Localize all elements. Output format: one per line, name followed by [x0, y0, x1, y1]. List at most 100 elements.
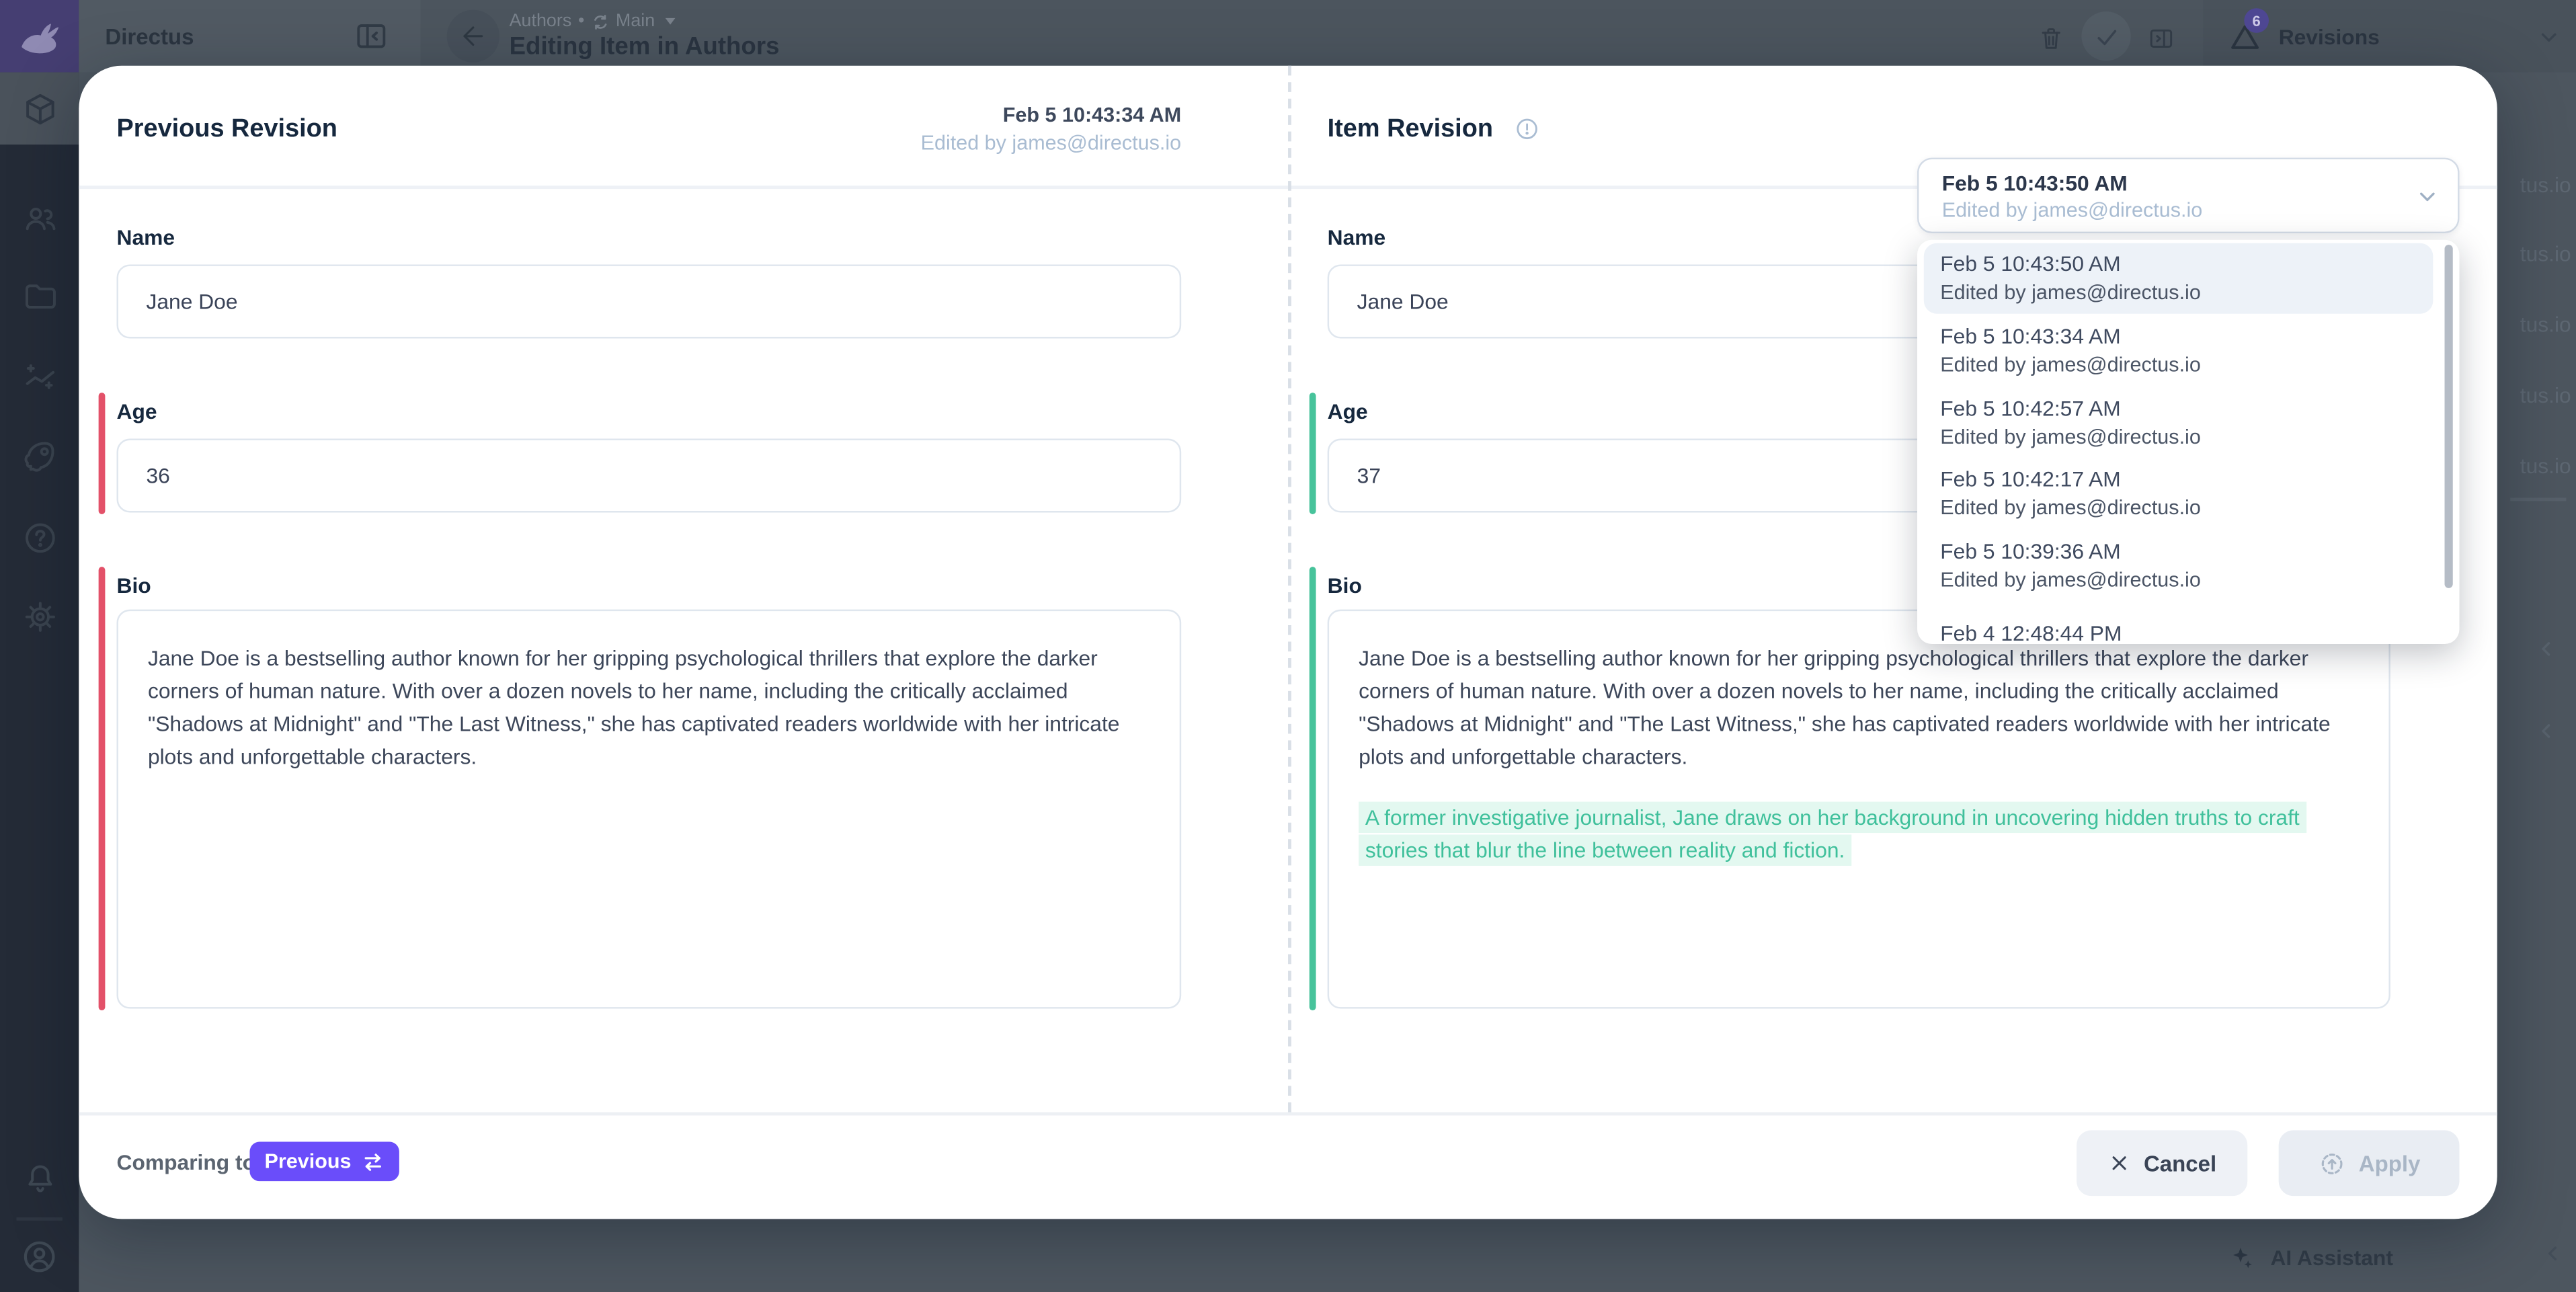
revision-compare-modal: Previous Revision Feb 5 10:43:34 AM Edit…: [79, 66, 2497, 1219]
apply-button[interactable]: Apply: [2279, 1130, 2460, 1196]
field-label-bio: Bio: [117, 573, 151, 598]
comparing-to-label: Comparing to: [117, 1150, 256, 1175]
field-label-age: Age: [1328, 399, 1368, 424]
module-marketplace[interactable]: [0, 419, 79, 491]
bg-sidebar-divider: [2510, 498, 2566, 501]
topbar: Directus Authors • Main Editing Item in …: [0, 0, 2576, 73]
age-value-previous: 36: [147, 463, 170, 488]
page-title: Editing Item in Authors: [510, 33, 780, 61]
compare-target-button[interactable]: Previous: [249, 1142, 399, 1182]
item-revision-title: Item Revision: [1328, 115, 1493, 145]
save-item-button[interactable]: [2081, 11, 2130, 60]
app-title: Directus: [105, 0, 194, 73]
previous-revision-title: Previous Revision: [117, 115, 337, 145]
module-bar: [0, 73, 79, 1292]
bio-textarea-revision[interactable]: Jane Doe is a bestselling author known f…: [1328, 610, 2390, 1009]
chevron-down-icon: [2415, 184, 2440, 209]
field-label-name: Name: [117, 225, 175, 250]
field-label-name: Name: [1328, 225, 1386, 250]
panel-dashed-divider: [1288, 66, 1291, 1113]
option-time: Feb 5 10:43:34 AM: [1940, 323, 2120, 348]
option-author: Edited by james@directus.io: [1940, 567, 2201, 590]
option-time: Feb 5 10:39:36 AM: [1940, 538, 2120, 563]
ai-assistant-label: AI Assistant: [2270, 1244, 2392, 1269]
module-settings[interactable]: [0, 580, 79, 653]
name-value-previous: Jane Doe: [147, 289, 238, 314]
swap-arrows-icon: [361, 1151, 384, 1172]
collapse-nav-icon[interactable]: [353, 18, 389, 54]
option-author: Edited by james@directus.io: [1940, 496, 2201, 519]
module-content[interactable]: [0, 73, 79, 145]
delete-item-button[interactable]: [2037, 25, 2065, 53]
changed-indicator-bio-removed: [99, 567, 106, 1010]
version-caret-icon: [665, 18, 675, 25]
bg-revision-email-fragment: tus.io: [2520, 241, 2571, 266]
bg-revision-email-fragment: tus.io: [2520, 312, 2571, 337]
revision-option[interactable]: Feb 5 10:43:34 AM Edited by james@direct…: [1917, 315, 2459, 387]
module-insights[interactable]: [0, 340, 79, 413]
cancel-label: Cancel: [2144, 1151, 2216, 1176]
breadcrumb-version[interactable]: Main: [616, 11, 655, 31]
info-icon[interactable]: [1513, 115, 1541, 143]
bio-value-previous: Jane Doe is a bestselling author known f…: [148, 645, 1120, 768]
bg-revision-email-fragment: tus.io: [2520, 173, 2571, 198]
revision-option[interactable]: Feb 5 10:39:36 AM Edited by james@direct…: [1917, 530, 2459, 601]
ai-assistant-collapse-icon[interactable]: [2542, 1242, 2565, 1265]
directus-logo[interactable]: [0, 0, 79, 73]
ai-sparkle-icon: [2228, 1243, 2256, 1271]
ai-assistant-row[interactable]: AI Assistant: [2228, 1229, 2576, 1285]
name-value-revision: Jane Doe: [1357, 289, 1449, 314]
revision-option[interactable]: Feb 5 10:42:57 AM Edited by james@direct…: [1917, 387, 2459, 458]
module-users[interactable]: [0, 181, 79, 253]
breadcrumb-collection[interactable]: Authors: [510, 11, 572, 31]
breadcrumb-separator: •: [578, 11, 584, 31]
changed-indicator-age-removed: [99, 393, 106, 514]
option-time: Feb 5 10:43:50 AM: [1940, 251, 2120, 276]
notifications-bell[interactable]: [0, 1142, 79, 1215]
option-author: Edited by james@directus.io: [1940, 353, 2201, 376]
module-help[interactable]: [0, 501, 79, 573]
drawer-collapse-icon[interactable]: [2536, 25, 2561, 50]
revision-option[interactable]: Feb 5 10:42:17 AM Edited by james@direct…: [1917, 458, 2459, 530]
bio-added-text: A former investigative journalist, Jane …: [1359, 802, 2346, 868]
dropdown-scrollbar[interactable]: [2445, 245, 2453, 588]
revision-option[interactable]: Feb 4 12:48:44 PM Edited by james@direct…: [1917, 613, 2459, 644]
cancel-button[interactable]: Cancel: [2077, 1130, 2247, 1196]
option-time: Feb 4 12:48:44 PM: [1940, 621, 2122, 644]
revision-dropdown-menu: Feb 5 10:43:50 AM Edited by james@direct…: [1917, 240, 2459, 644]
option-time: Feb 5 10:42:17 AM: [1940, 467, 2120, 491]
changed-indicator-age-added: [1310, 393, 1316, 514]
app-root: Directus Authors • Main Editing Item in …: [0, 0, 2576, 1292]
version-sync-icon: [591, 12, 609, 30]
revision-option-selected[interactable]: Feb 5 10:43:50 AM Edited by james@direct…: [1917, 243, 2459, 315]
toggle-sidebar-button[interactable]: [2147, 25, 2175, 53]
field-label-bio: Bio: [1328, 573, 1362, 598]
apply-label: Apply: [2359, 1151, 2421, 1176]
revision-select-time: Feb 5 10:43:50 AM: [1942, 171, 2128, 196]
drawer-title: Revisions: [2279, 0, 2380, 73]
back-button[interactable]: [447, 10, 499, 63]
bg-revision-email-fragment: tus.io: [2520, 454, 2571, 479]
compare-target-label: Previous: [264, 1150, 351, 1173]
module-files[interactable]: [0, 259, 79, 332]
changed-indicator-bio-added: [1310, 567, 1316, 1010]
age-value-revision: 37: [1357, 463, 1381, 488]
field-label-age: Age: [117, 399, 157, 424]
breadcrumb[interactable]: Authors • Main: [510, 11, 675, 31]
option-author: Edited by james@directus.io: [1940, 281, 2201, 304]
age-input-previous[interactable]: 36: [117, 439, 1182, 513]
close-icon: [2107, 1152, 2130, 1174]
apply-upload-icon: [2318, 1149, 2346, 1178]
revision-select[interactable]: Feb 5 10:43:50 AM Edited by james@direct…: [1917, 158, 2459, 233]
bio-textarea-previous[interactable]: Jane Doe is a bestselling author known f…: [117, 610, 1182, 1009]
revision-select-author: Edited by james@directus.io: [1942, 199, 2203, 222]
name-input-previous[interactable]: Jane Doe: [117, 264, 1182, 338]
previous-revision-meta: Feb 5 10:43:34 AM Edited by james@direct…: [921, 104, 1182, 155]
option-time: Feb 5 10:42:57 AM: [1940, 395, 2120, 420]
previous-revision-time: Feb 5 10:43:34 AM: [921, 104, 1182, 126]
bio-value-revision: Jane Doe is a bestselling author known f…: [1359, 645, 2331, 768]
sidebar-section-collapse-icon[interactable]: [2535, 719, 2558, 742]
bg-revision-email-fragment: tus.io: [2520, 382, 2571, 407]
user-avatar[interactable]: [0, 1221, 79, 1292]
sidebar-section-collapse-icon[interactable]: [2535, 637, 2558, 660]
